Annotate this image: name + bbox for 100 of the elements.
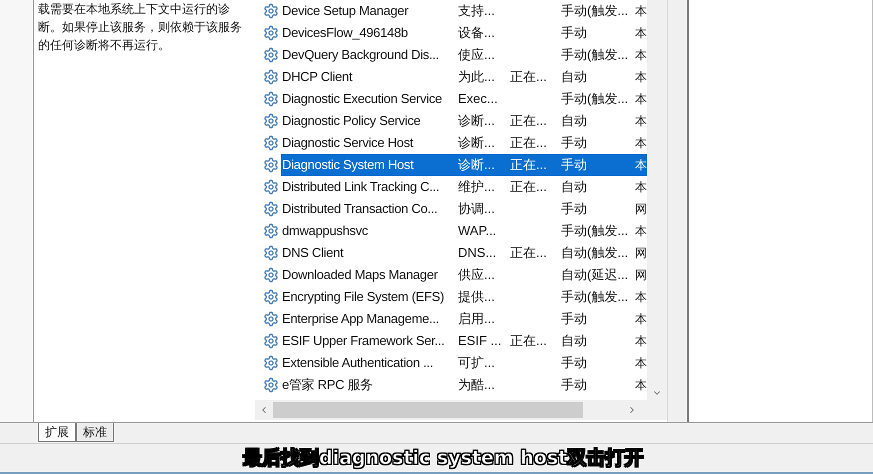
gear-icon [263,135,279,151]
service-startup: 手动 [561,25,587,40]
service-row[interactable]: Device Setup Manager 支持... 手动(触发... 本 [281,0,647,22]
service-logon: 本 [635,135,647,152]
service-status: 正在... [510,333,547,348]
service-startup: 自动 [561,113,587,128]
service-description: 诊断... [458,113,495,128]
gear-icon [263,267,279,283]
service-description: 诊断... [458,157,495,172]
service-logon: 本 [635,25,647,42]
service-name: DNS Client [282,245,344,260]
gear-icon [263,355,279,371]
tab[interactable]: 扩展 [38,423,76,442]
service-row[interactable]: DevQuery Background Dis... 使应... 手动(触发... 本 [281,44,647,66]
service-row[interactable]: Diagnostic Execution Service Exec... 手动(触发... 本 [281,88,647,110]
gear-icon [263,25,279,41]
service-startup: 手动 [561,135,587,150]
service-startup: 手动(触发... [561,91,628,106]
service-logon: 本 [635,113,647,130]
service-logon: 本 [635,91,647,108]
service-startup: 手动 [561,157,587,172]
service-row[interactable]: Encrypting File System (EFS) 提供... 手动(触发... 本 [281,286,647,308]
gear-icon [263,245,279,261]
service-description: 设备... [458,25,495,40]
service-status: 正在... [510,157,547,172]
service-description: 可扩... [458,355,495,370]
service-startup: 手动 [561,377,587,392]
service-startup: 手动(触发... [561,289,628,304]
service-row[interactable]: ESIF Upper Framework Ser... ESIF ... 正在... 自动 本 [281,330,647,352]
horizontal-scrollbar[interactable] [255,400,667,420]
gear-icon [263,179,279,195]
gear-icon [263,289,279,305]
service-name: Diagnostic Policy Service [282,113,420,128]
service-description: 为此... [458,69,495,84]
scroll-thumb[interactable] [273,402,583,418]
service-logon: 网 [635,267,647,284]
service-row[interactable]: Diagnostic Policy Service 诊断... 正在... 自动 本 [281,110,647,132]
service-name: Downloaded Maps Manager [282,267,438,282]
gear-icon [263,223,279,239]
service-row[interactable]: Distributed Transaction Co... 协调... 手动 网 [281,198,647,220]
service-description: 为酷... [458,377,495,392]
service-row[interactable]: Diagnostic System Host 诊断... 正在... 手动 本 [281,154,647,176]
service-row[interactable]: Downloaded Maps Manager 供应... 自动(延迟... 网 [281,264,647,286]
service-row[interactable]: e管家 RPC 服务 为酷... 手动 本 [281,374,647,396]
gear-icon [263,157,279,173]
gear-icon [263,333,279,349]
gear-icon [263,47,279,63]
subtitle: 最后找到diagnostic system host双击打开 [243,446,644,471]
service-logon: 本 [635,157,647,174]
service-status: 正在... [510,113,547,128]
service-row[interactable]: DHCP Client 为此... 正在... 自动 本 [281,66,647,88]
service-status: 正在... [510,245,547,260]
service-name: dmwappushsvc [282,223,368,238]
service-logon: 本 [635,377,647,394]
service-row[interactable]: DevicesFlow_496148b 设备... 手动 本 [281,22,647,44]
service-logon: 网 [635,201,647,218]
service-status: 正在... [510,69,547,84]
service-description: 支持... [458,3,495,18]
service-startup: 手动 [561,311,587,326]
service-row[interactable]: Extensible Authentication ... 可扩... 手动 本 [281,352,647,374]
service-name: Diagnostic System Host [282,157,414,172]
service-startup: 自动 [561,179,587,194]
service-startup: 手动(触发... [561,3,628,18]
service-description: ESIF ... [458,333,502,348]
service-name: ESIF Upper Framework Ser... [282,333,444,348]
service-name: Distributed Link Tracking C... [282,179,440,194]
service-name: Extensible Authentication ... [282,355,434,370]
tab[interactable]: 标准 [76,423,114,442]
service-description: 使应... [458,47,495,62]
service-logon: 本 [635,47,647,64]
service-name: DevQuery Background Dis... [282,47,439,62]
service-startup: 手动 [561,201,587,216]
service-row[interactable]: Diagnostic Service Host 诊断... 正在... 手动 本 [281,132,647,154]
gear-icon [263,69,279,85]
service-logon: 本 [635,355,647,372]
service-startup: 自动 [561,69,587,84]
gear-icon [263,311,279,327]
gear-icon [263,3,279,19]
service-row[interactable]: DNS Client DNS... 正在... 自动(触发... 网 [281,242,647,264]
service-name: Diagnostic Execution Service [282,91,442,106]
service-description: 诊断... [458,135,495,150]
service-status: 正在... [510,135,547,150]
service-description: WAP... [458,223,496,238]
service-description: Exec... [458,91,498,106]
service-logon: 本 [635,289,647,306]
gear-icon [263,113,279,129]
service-row[interactable]: Distributed Link Tracking C... 维护... 正在... 自动 本 [281,176,647,198]
service-name: Encrypting File System (EFS) [282,289,444,304]
service-startup: 手动(触发... [561,47,628,62]
service-row[interactable]: dmwappushsvc WAP... 手动(触发... 本 [281,220,647,242]
gear-icon [263,201,279,217]
service-startup: 自动(触发... [561,245,628,260]
service-status: 正在... [510,179,547,194]
service-logon: 本 [635,179,647,196]
service-row[interactable]: Enterprise App Manageme... 启用... 手动 本 [281,308,647,330]
service-name: DHCP Client [282,69,352,84]
service-startup: 自动(延迟... [561,267,628,282]
vertical-scrollbar[interactable] [647,0,667,400]
service-name: DevicesFlow_496148b [282,25,408,40]
service-logon: 本 [635,223,647,240]
